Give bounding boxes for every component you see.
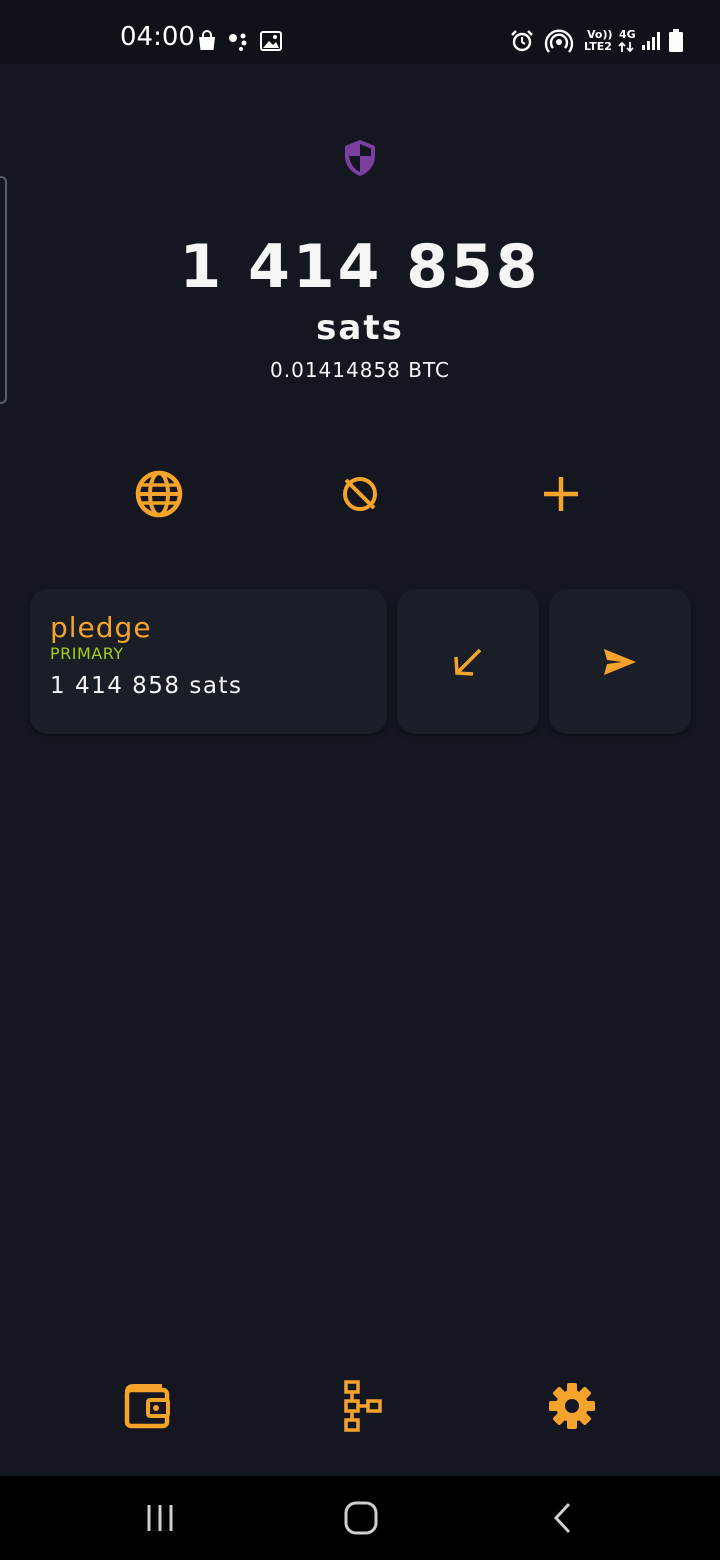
assistant-dots-icon — [229, 33, 247, 51]
wallet-name: pledge — [50, 611, 152, 644]
recent-apps-icon — [147, 1505, 173, 1531]
nav-settings[interactable] — [544, 1378, 600, 1434]
wallet-card[interactable]: pledge PRIMARY 1 414 858 sats — [30, 589, 387, 734]
back-icon — [553, 1502, 571, 1534]
network-type-label: 4G — [619, 28, 636, 41]
balance-unit: sats — [316, 308, 404, 348]
status-time: 04:00 — [120, 22, 195, 52]
arrow-down-left-icon — [454, 648, 482, 676]
image-icon — [260, 31, 282, 51]
receive-button[interactable] — [397, 589, 539, 734]
tree-icon — [344, 1380, 382, 1432]
back-button[interactable] — [539, 1496, 587, 1540]
home-screen: 04:00 Vo)) LTE2 4G 1 414 858 sats 0.0141… — [0, 0, 720, 1560]
alarm-icon — [511, 30, 533, 52]
signal-icon — [642, 32, 660, 50]
gear-icon — [549, 1383, 595, 1429]
eye-off-button[interactable] — [334, 468, 386, 520]
globe-icon — [135, 470, 183, 518]
send-icon — [604, 648, 636, 675]
plus-icon — [544, 477, 578, 511]
wallet-icon — [124, 1384, 170, 1429]
lte-label: LTE2 — [584, 40, 612, 53]
add-wallet-button[interactable] — [535, 468, 587, 520]
wallet-balance: 1 414 858 sats — [50, 673, 243, 699]
wallet-badge: PRIMARY — [50, 644, 124, 663]
status-bar: 04:00 Vo)) LTE2 4G — [0, 0, 720, 64]
hotspot-icon — [544, 29, 574, 53]
eye-off-icon — [343, 477, 377, 511]
balance-amount[interactable]: 1 414 858 — [0, 232, 720, 302]
volte-label: Vo)) — [587, 28, 613, 41]
shopping-bag-icon — [199, 30, 215, 50]
globe-button[interactable] — [133, 468, 185, 520]
nav-wallets[interactable] — [120, 1378, 176, 1434]
shield-icon[interactable] — [342, 138, 378, 178]
home-icon — [344, 1501, 378, 1535]
home-button[interactable] — [337, 1496, 385, 1540]
data-arrows-icon — [618, 41, 634, 53]
system-nav-bar — [0, 1476, 720, 1560]
send-button[interactable] — [549, 589, 691, 734]
nav-structure[interactable] — [333, 1378, 389, 1434]
recent-apps-button[interactable] — [136, 1496, 184, 1540]
balance-btc: 0.01414858 BTC — [270, 358, 450, 382]
battery-icon — [669, 29, 683, 52]
